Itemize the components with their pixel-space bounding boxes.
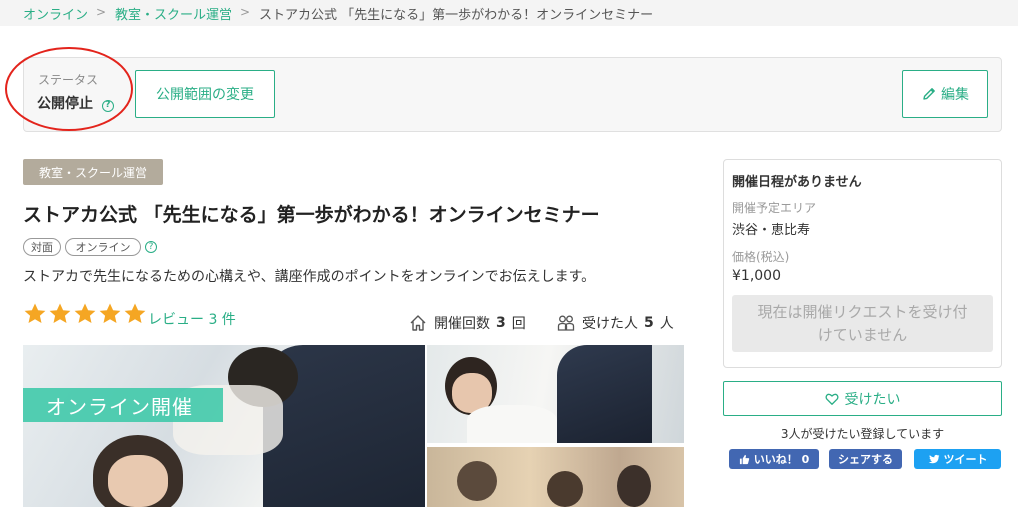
schedule-status: 開催日程がありません (732, 175, 862, 190)
twitter-bird-icon (928, 454, 939, 463)
course-title: ストアカ公式 「先生になる」第一歩がわかる！オンラインセミナー (23, 204, 600, 226)
edit-button-label: 編集 (941, 87, 969, 103)
format-tag-in-person: 対面 (23, 238, 61, 256)
tweet-label: ツイート (943, 453, 988, 466)
course-photo-thumb[interactable] (427, 447, 684, 507)
facebook-like-button[interactable]: いいね！ 0 (729, 449, 819, 469)
people-icon (557, 315, 575, 331)
category-tag[interactable]: 教室・スクール運営 (23, 159, 163, 185)
breadcrumb-separator: > (96, 5, 107, 19)
star-icon (74, 303, 96, 323)
tweet-button[interactable]: ツイート (914, 449, 1001, 469)
price-label: 価格(税込) (732, 250, 790, 264)
attendee-count: 受けた人 5 人 (556, 313, 674, 333)
facebook-share-button[interactable]: シェアする (829, 449, 902, 469)
request-button-line: 現在は開催リクエストを受け付 (757, 302, 968, 321)
breadcrumb-current: ストアカ公式 「先生になる」第一歩がわかる！オンラインセミナー (259, 8, 654, 23)
review-link[interactable]: レビュー 3 件 (148, 309, 236, 329)
breadcrumb-separator: > (240, 5, 251, 19)
held-unit: 回 (511, 316, 526, 332)
online-banner: オンライン開催 (23, 388, 223, 422)
rating-stars (23, 302, 147, 326)
like-label: いいね！ 0 (753, 453, 810, 466)
breadcrumb-link-online[interactable]: オンライン (23, 4, 88, 23)
edit-button[interactable]: 編集 (902, 70, 988, 118)
pencil-icon (923, 88, 935, 100)
highlight-circle (5, 47, 133, 131)
want-count-text: 3人が受けたい登録しています (780, 427, 945, 441)
attendee-number: 5 (644, 315, 654, 331)
course-photo-thumb[interactable] (427, 345, 684, 443)
attendee-label: 受けた人 (582, 316, 638, 332)
heart-icon (824, 393, 839, 405)
photo-figure (108, 455, 168, 507)
held-number: 3 (496, 315, 506, 331)
area-label: 開催予定エリア (732, 201, 817, 215)
breadcrumb: オンライン > 教室・スクール運営 > ストアカ公式 「先生になる」第一歩がわか… (0, 0, 1018, 26)
photo-figure (457, 461, 497, 501)
held-label: 開催回数 (434, 316, 490, 332)
request-button-line: けていません (817, 325, 908, 344)
star-icon (124, 303, 146, 323)
format-tag-online: オンライン (65, 238, 141, 256)
photo-figure (547, 471, 583, 507)
course-photo-main[interactable] (23, 345, 425, 507)
course-description: ストアカで先生になるための心構えや、講座作成のポイントをオンラインでお伝えします… (23, 269, 596, 285)
area-value: 渋谷・恵比寿 (732, 223, 811, 238)
thumbs-up-icon (739, 454, 749, 464)
want-button[interactable]: 受けたい (723, 381, 1002, 416)
photo-figure (617, 465, 651, 507)
breadcrumb-link-category[interactable]: 教室・スクール運営 (115, 4, 232, 23)
want-button-label: 受けたい (844, 391, 901, 408)
change-visibility-button[interactable]: 公開範囲の変更 (135, 70, 275, 118)
star-icon (99, 303, 121, 323)
house-icon (410, 315, 426, 331)
photo-figure (557, 345, 652, 443)
request-button[interactable]: 現在は開催リクエストを受け付 けていません (732, 295, 993, 352)
star-icon (24, 303, 46, 323)
attendee-unit: 人 (659, 316, 674, 332)
help-icon[interactable]: ? (145, 241, 157, 253)
star-icon (49, 303, 71, 323)
price-value: ¥1,000 (732, 268, 781, 284)
held-count: 開催回数 3 回 (408, 313, 526, 333)
photo-figure (467, 405, 557, 443)
